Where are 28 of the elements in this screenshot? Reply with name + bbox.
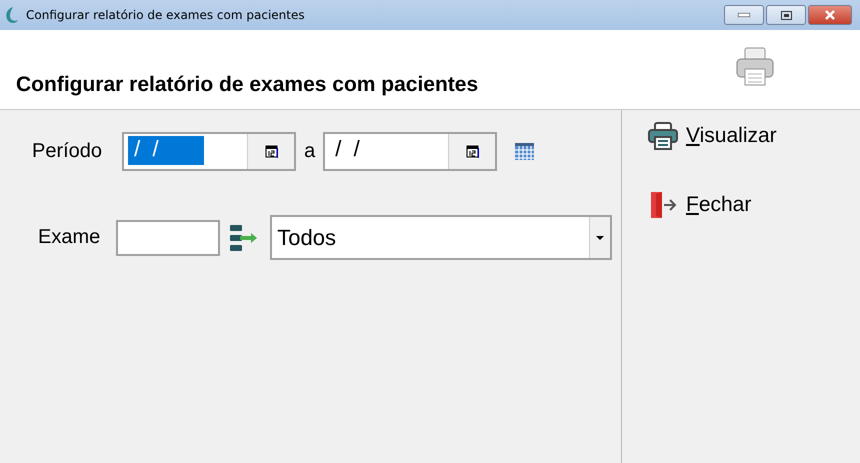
minimize-button[interactable]: [724, 5, 764, 25]
app-logo-icon: [4, 6, 20, 24]
maximize-button[interactable]: [766, 5, 806, 25]
lookup-icon[interactable]: [230, 224, 258, 250]
dropdown-arrow-icon: [596, 236, 604, 240]
close-button[interactable]: [808, 5, 852, 25]
calendar-icon: [466, 145, 479, 158]
calendar-icon: [264, 145, 278, 158]
window-title: Configurar relatório de exames com pacientes: [26, 8, 306, 22]
printer-icon: [648, 122, 678, 150]
exit-door-icon: [648, 190, 678, 220]
exam-dropdown[interactable]: Todos: [270, 215, 612, 260]
date-picker-button[interactable]: [247, 134, 294, 169]
page-title: Configurar relatório de exames com pacientes: [16, 73, 478, 97]
minimize-icon: [738, 13, 750, 17]
close-button[interactable]: Fechar: [648, 190, 752, 220]
calendar-grid-icon[interactable]: [515, 143, 534, 160]
range-separator: a: [304, 140, 316, 163]
end-date-field[interactable]: / /: [323, 132, 498, 171]
exam-code-field[interactable]: [116, 220, 220, 256]
period-label: Período: [32, 140, 102, 163]
maximize-icon: [780, 10, 792, 20]
date-picker-button[interactable]: [448, 134, 496, 169]
start-date-field[interactable]: / /: [122, 132, 296, 171]
preview-button[interactable]: Visualizar: [648, 122, 777, 150]
exam-label: Exame: [38, 226, 100, 249]
printer-icon: [736, 47, 774, 87]
close-icon: [824, 10, 836, 20]
